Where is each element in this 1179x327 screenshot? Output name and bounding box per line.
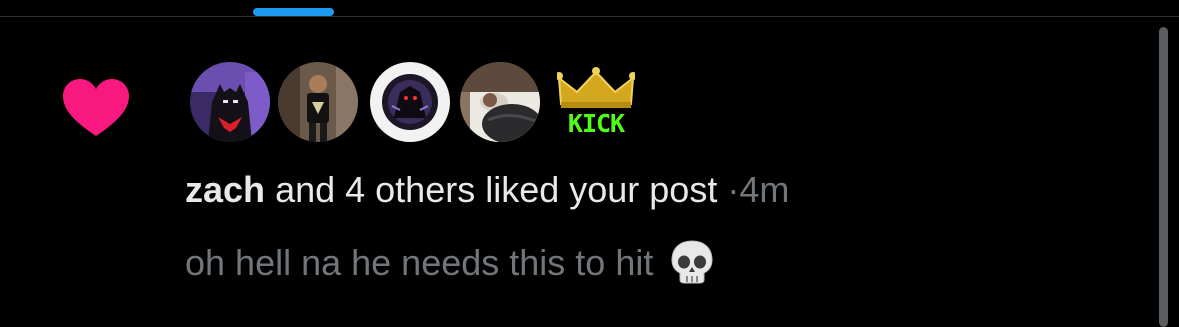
avatar-batman-beyond[interactable] xyxy=(186,58,274,146)
notification-summary: zach and 4 others liked your post ·4m xyxy=(185,168,789,212)
like-action-text: and 4 others liked your post xyxy=(275,169,718,210)
like-notification[interactable]: KICK zach and 4 others liked your post ·… xyxy=(0,17,1150,318)
meta-separator: · xyxy=(727,169,740,210)
avatar-person-sleeping[interactable] xyxy=(456,58,544,146)
skull-icon xyxy=(671,240,713,284)
timestamp: 4m xyxy=(739,169,790,210)
post-preview-text: oh hell na he needs this to hit xyxy=(185,242,654,283)
kick-badge: KICK xyxy=(557,66,635,140)
active-tab-indicator xyxy=(253,8,334,16)
scrollbar[interactable] xyxy=(1159,27,1168,327)
kick-label: KICK xyxy=(567,109,625,138)
username[interactable]: zach xyxy=(185,169,265,210)
heart-icon xyxy=(63,79,129,137)
crown-icon xyxy=(557,67,635,108)
post-preview[interactable]: oh hell na he needs this to hit xyxy=(185,240,713,287)
avatar-person-standing[interactable] xyxy=(274,58,362,146)
avatar-dark-figure[interactable] xyxy=(366,58,454,146)
